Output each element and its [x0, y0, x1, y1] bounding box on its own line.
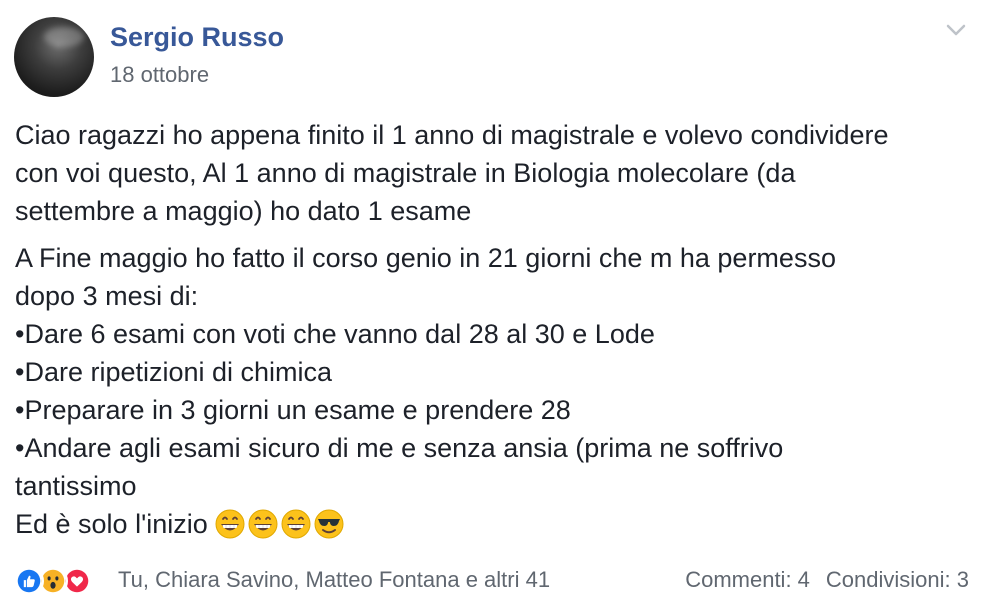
- post-line: tantissimo: [15, 471, 137, 501]
- facebook-post: Sergio Russo 18 ottobre Ciao ragazzi ho …: [0, 0, 982, 612]
- post-footer: Tu, Chiara Savino, Matteo Fontana e altr…: [14, 566, 969, 596]
- shares-count[interactable]: Condivisioni: 3: [826, 567, 969, 592]
- post-list-item: •Dare ripetizioni di chimica: [15, 357, 333, 387]
- post-line-text: Ed è solo l'inizio: [15, 509, 208, 539]
- like-icon[interactable]: [14, 566, 44, 596]
- post-date[interactable]: 18 ottobre: [110, 62, 209, 88]
- post-line: settembre a maggio) ho dato 1 esame: [15, 196, 472, 226]
- post-line: A Fine maggio ho fatto il corso genio in…: [15, 243, 836, 273]
- reactions-summary[interactable]: Tu, Chiara Savino, Matteo Fontana e altr…: [118, 567, 550, 593]
- engagement-counts: Commenti: 4 Condivisioni: 3: [685, 567, 969, 593]
- post-list-item: •Preparare in 3 giorni un esame e prende…: [15, 395, 571, 425]
- avatar[interactable]: [14, 17, 94, 97]
- post-line: Ciao ragazzi ho appena finito il 1 anno …: [15, 120, 889, 150]
- post-last-line: Ed è solo l'inizio: [15, 505, 965, 543]
- post-author-name[interactable]: Sergio Russo: [110, 22, 284, 53]
- avatar-photo-highlight: [44, 27, 84, 47]
- chevron-down-icon[interactable]: [944, 20, 968, 40]
- post-line: con voi questo, Al 1 anno di magistrale …: [15, 158, 796, 188]
- post-list-item: •Andare agli esami sicuro di me e senza …: [15, 433, 784, 463]
- post-body: Ciao ragazzi ho appena finito il 1 anno …: [15, 116, 965, 543]
- post-list-item: •Dare 6 esami con voti che vanno dal 28 …: [15, 319, 655, 349]
- comments-count[interactable]: Commenti: 4: [685, 567, 810, 592]
- reaction-icons[interactable]: [14, 566, 112, 596]
- grinning-face-icon: [281, 509, 311, 539]
- sunglasses-face-icon: [314, 509, 344, 539]
- grinning-face-icon: [248, 509, 278, 539]
- post-line: dopo 3 mesi di:: [15, 281, 199, 311]
- grinning-face-icon: [215, 509, 245, 539]
- post-paragraph-2: A Fine maggio ho fatto il corso genio in…: [15, 239, 965, 543]
- post-paragraph-1: Ciao ragazzi ho appena finito il 1 anno …: [15, 116, 965, 230]
